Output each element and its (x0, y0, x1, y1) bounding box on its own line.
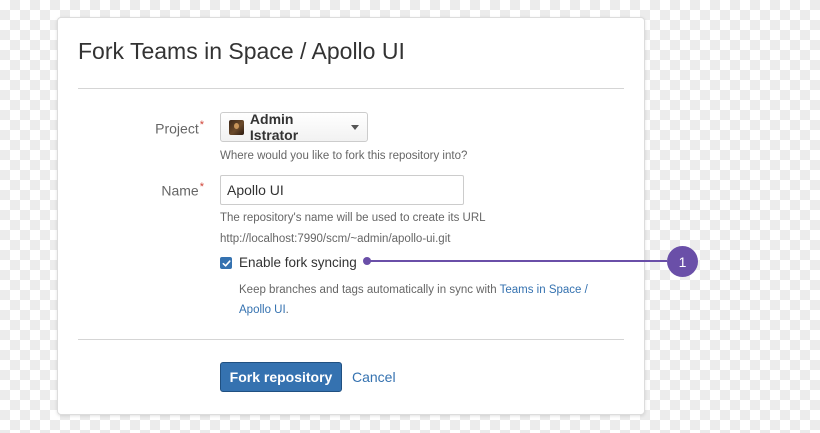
callout-line (367, 260, 667, 262)
sync-help-prefix: Keep branches and tags automatically in … (239, 284, 500, 296)
dialog-title: Fork Teams in Space / Apollo UI (78, 38, 405, 64)
fork-sync-label[interactable]: Enable fork syncing (239, 255, 357, 270)
header-divider (78, 88, 624, 89)
name-label-group: Name* (78, 181, 204, 199)
required-asterisk: * (199, 181, 204, 193)
repository-name-input[interactable] (220, 175, 464, 205)
project-dropdown[interactable]: Admin Istrator (220, 111, 368, 143)
footer-divider (78, 339, 624, 340)
project-dropdown-label: Admin Istrator (249, 111, 299, 143)
fork-repository-button[interactable]: Fork repository (220, 362, 342, 392)
project-help-text: Where would you like to fork this reposi… (220, 150, 468, 162)
project-label: Project (155, 120, 199, 137)
fork-dialog: Fork Teams in Space / Apollo UI Project*… (57, 17, 645, 415)
caret-down-icon (351, 124, 359, 130)
name-help-text: The repository's name will be used to cr… (220, 212, 486, 224)
fork-sync-checkbox[interactable] (220, 257, 232, 269)
name-label: Name (161, 182, 199, 199)
sync-help-text: Keep branches and tags automatically in … (239, 280, 619, 320)
required-asterisk: * (199, 119, 204, 131)
callout-badge: 1 (667, 246, 698, 277)
sync-help-suffix: . (285, 304, 289, 316)
repository-url-text: http://localhost:7990/scm/~admin/apollo-… (220, 233, 451, 245)
callout-anchor-dot (363, 257, 371, 265)
checkmark-icon (222, 259, 231, 267)
cancel-link[interactable]: Cancel (352, 369, 396, 385)
project-label-group: Project* (78, 119, 204, 137)
avatar (229, 119, 244, 135)
